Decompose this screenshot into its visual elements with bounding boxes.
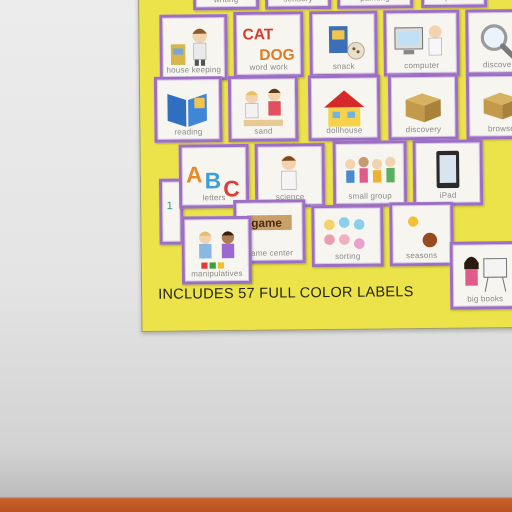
poster-caption: INCLUDES 57 FULL COLOR LABELS xyxy=(158,284,414,303)
label-card-letters: A B C letters xyxy=(178,143,250,209)
label-text: house keeping xyxy=(166,65,222,75)
box-icon xyxy=(405,93,441,123)
label-text: seasons xyxy=(406,250,438,261)
label-card-discovery-box: discovery xyxy=(387,73,459,141)
label-text: reading xyxy=(174,127,203,137)
label-card-sand: sand xyxy=(227,75,299,143)
label-poster: writing sensory painting special house k… xyxy=(138,0,512,332)
label-card-science: science xyxy=(254,143,326,208)
label-text: snack xyxy=(332,61,355,71)
label-card-painting: painting xyxy=(336,0,414,9)
label-text: sorting xyxy=(334,251,361,261)
label-card-sorting: sorting xyxy=(311,204,384,268)
book-icon xyxy=(167,93,207,127)
letter-b: B xyxy=(205,167,222,193)
kids-playing-icon xyxy=(243,88,283,127)
label-card-computer: computer xyxy=(383,9,460,77)
label-card-smallgroup: small group xyxy=(332,140,408,207)
basket-icon xyxy=(483,92,512,120)
label-card-reading: reading xyxy=(153,76,223,143)
kitchen-icon xyxy=(170,28,207,66)
label-text: discovery xyxy=(405,124,442,135)
label-text: big books xyxy=(467,294,504,304)
tablet-icon xyxy=(436,150,460,189)
scientist-icon xyxy=(281,155,297,190)
label-text: iPad xyxy=(439,190,457,200)
number-icon: 1 xyxy=(167,200,173,212)
snack-icon xyxy=(328,26,365,60)
label-text: sensory xyxy=(268,0,328,4)
label-card-special: special xyxy=(420,0,488,9)
label-card-discovery: discovery xyxy=(465,8,512,76)
cat-word: CAT xyxy=(243,26,274,43)
label-card-seasons: seasons xyxy=(389,201,454,267)
label-text: sand xyxy=(254,126,273,136)
label-card-bigbooks: big books xyxy=(449,241,512,310)
label-text: discovery xyxy=(482,60,512,70)
abc-letters-icon: A B C xyxy=(186,161,240,199)
number-text: 1 xyxy=(167,200,173,212)
label-card-ipad: iPad xyxy=(412,139,484,207)
label-card-manipulatives: manipulatives xyxy=(181,215,253,285)
label-card-housekeeping: house keeping xyxy=(159,14,228,81)
seasons-icon xyxy=(407,216,438,248)
label-text: writing xyxy=(196,0,256,4)
label-card-browse: browse xyxy=(465,72,512,140)
label-text: manipulatives xyxy=(191,268,243,279)
label-text: special xyxy=(424,0,484,2)
dog-word: DOG xyxy=(259,47,294,64)
group-of-kids-icon xyxy=(345,156,396,183)
letter-a: A xyxy=(186,161,203,187)
cat-dog-words-icon: CAT DOG xyxy=(243,26,295,64)
label-card-wordwork: CAT DOG word work xyxy=(233,11,304,79)
label-card-snack: snack xyxy=(309,10,378,78)
kids-with-blocks-icon xyxy=(198,231,235,269)
label-text: dollhouse xyxy=(326,125,363,136)
game-word: game xyxy=(251,217,282,230)
label-card-sensory: sensory xyxy=(264,0,332,10)
label-text: word work xyxy=(249,62,288,72)
label-text: browse xyxy=(487,124,512,134)
label-card-dollhouse: dollhouse xyxy=(307,74,381,142)
label-text: small group xyxy=(348,191,392,201)
label-card-writing: writing xyxy=(192,0,260,11)
teacher-with-easel-icon xyxy=(464,256,508,292)
label-text: painting xyxy=(340,0,410,3)
label-text: computer xyxy=(404,60,440,71)
